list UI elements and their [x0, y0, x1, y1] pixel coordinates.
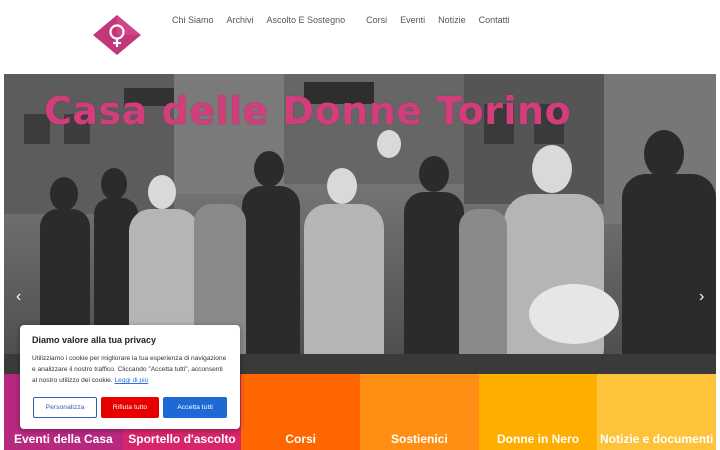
tile-label: Eventi della Casa	[13, 432, 113, 446]
site-logo[interactable]	[91, 13, 143, 57]
nav-item-chi-siamo[interactable]: Chi Siamo	[172, 15, 214, 25]
nav-item-archivi[interactable]: Archivi	[227, 15, 254, 25]
main-nav: Chi Siamo Archivi Ascolto E Sostegno Cor…	[172, 15, 523, 25]
cookie-consent-banner: Diamo valore alla tua privacy Utilizziam…	[20, 325, 240, 429]
venus-symbol-icon	[93, 15, 141, 55]
cookie-text: Utilizziamo i cookie per migliorare la t…	[32, 353, 228, 386]
tile-donne-in-nero[interactable]: Donne in Nero	[478, 374, 598, 450]
nav-item-ascolto-e-sostegno[interactable]: Ascolto E Sostegno	[267, 15, 346, 25]
tile-notizie-e-documenti[interactable]: Notizie e documenti	[597, 374, 717, 450]
slider-prev-button[interactable]: ‹	[16, 288, 21, 306]
tile-label: Notizie e documenti	[600, 432, 714, 446]
nav-item-notizie[interactable]: Notizie	[438, 15, 466, 25]
accept-all-button[interactable]: Accetta tutti	[163, 397, 227, 418]
cookie-title: Diamo valore alla tua privacy	[32, 335, 157, 345]
nav-item-contatti[interactable]: Contatti	[479, 15, 510, 25]
slider-next-button[interactable]: ›	[699, 288, 704, 306]
tile-label: Donne in Nero	[497, 432, 580, 446]
tile-label: Corsi	[285, 432, 317, 446]
nav-item-eventi[interactable]: Eventi	[400, 15, 425, 25]
cookie-buttons: Personalizza Rifiuta tutto Accetta tutti	[33, 397, 227, 418]
tile-corsi[interactable]: Corsi	[241, 374, 361, 450]
reject-all-button[interactable]: Rifiuta tutto	[101, 397, 159, 418]
page: Chi Siamo Archivi Ascolto E Sostegno Cor…	[0, 0, 720, 450]
chevron-right-icon: ›	[699, 288, 705, 305]
chevron-left-icon: ‹	[16, 288, 22, 305]
tile-label: Sostienici	[391, 432, 448, 446]
nav-item-corsi[interactable]: Corsi	[366, 15, 387, 25]
cookie-policy-link[interactable]: Leggi di più	[114, 377, 148, 384]
hero-title: Casa delle Donne Torino	[44, 89, 572, 133]
tile-sostienici[interactable]: Sostienici	[360, 374, 479, 450]
tile-label: Sportello d'ascolto	[128, 432, 236, 446]
customize-button[interactable]: Personalizza	[33, 397, 97, 418]
site-header: Chi Siamo Archivi Ascolto E Sostegno Cor…	[0, 0, 720, 74]
